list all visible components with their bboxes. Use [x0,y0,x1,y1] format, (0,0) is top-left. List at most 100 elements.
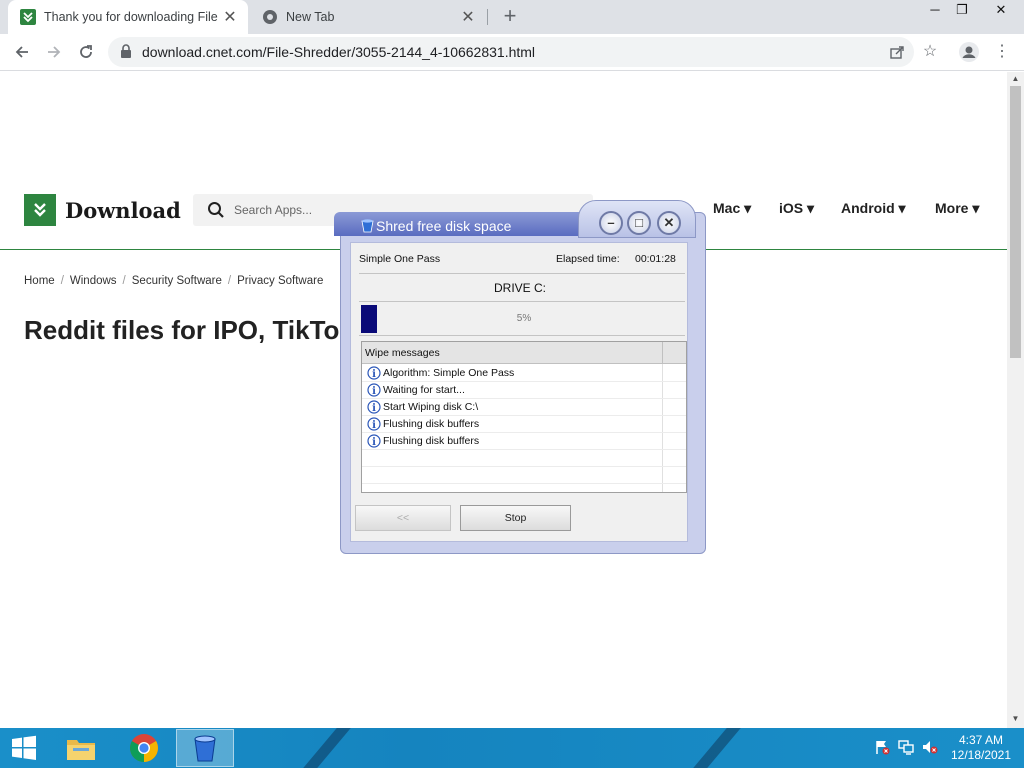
window-restore-button[interactable]: ❐ [945,0,979,22]
algorithm-label: Simple One Pass [359,253,441,265]
file-shredder-taskbar-button[interactable] [176,729,234,767]
back-button[interactable]: << [355,505,451,531]
share-icon[interactable] [890,45,905,59]
new-tab-button[interactable]: + [498,4,522,28]
forward-button[interactable] [42,40,66,64]
tab-download[interactable]: Thank you for downloading File Shredder … [8,0,248,34]
list-header-label: Wipe messages [365,347,440,359]
chrome-taskbar-button[interactable] [115,729,173,767]
breadcrumb-windows[interactable]: Windows [70,275,117,287]
message-text: Algorithm: Simple One Pass [383,367,515,379]
list-item[interactable]: i Algorithm: Simple One Pass [362,365,686,382]
message-text: Waiting for start... [383,384,465,396]
caret-down-icon: ▾ [898,200,906,216]
info-icon: i [367,400,381,414]
download-logo-icon[interactable] [24,194,56,226]
profile-avatar-icon[interactable] [957,40,981,64]
site-logo-text[interactable]: Download [65,198,181,223]
stop-button[interactable]: Stop [460,505,571,531]
tab-close-icon[interactable]: ✕ [458,7,478,27]
volume-muted-icon[interactable] [922,739,938,755]
dialog-controls: – □ ✕ [578,200,696,238]
folder-icon [67,740,95,760]
reload-button[interactable] [74,40,98,64]
dialog-minimize-button[interactable]: – [599,211,623,235]
list-item[interactable]: i Waiting for start... [362,382,686,399]
wipe-messages-list[interactable]: Wipe messages i Algorithm: Simple One Pas… [361,341,687,493]
list-header[interactable]: Wipe messages [362,342,686,364]
nav-more[interactable]: More ▾ [935,200,979,217]
info-icon: i [367,366,381,380]
tab-close-icon[interactable]: ✕ [220,7,240,27]
svg-text:i: i [372,369,376,380]
shred-dialog: Shred free disk space – □ ✕ Simple One P… [334,198,706,554]
search-placeholder: Search Apps... [234,203,313,217]
nav-android[interactable]: Android ▾ [841,200,906,217]
clock-date: 12/18/2021 [950,748,1012,762]
window-close-button[interactable]: ✕ [984,0,1018,22]
start-button[interactable] [0,729,48,767]
message-text: Start Wiping disk C:\ [383,401,479,413]
empty-list-row [362,467,686,484]
scroll-up-icon[interactable]: ▲ [1007,74,1024,83]
shredder-bin-icon [361,219,374,233]
list-item[interactable]: i Flushing disk buffers [362,433,686,450]
nav-ios[interactable]: iOS ▾ [779,200,814,217]
info-icon: i [367,434,381,448]
cnet-download-favicon-icon [20,9,36,25]
caret-down-icon: ▾ [972,200,980,216]
svg-text:i: i [372,420,376,431]
kebab-menu-icon[interactable]: ⋮ [990,40,1014,64]
list-item[interactable]: i Start Wiping disk C:\ [362,399,686,416]
empty-list-row [362,450,686,467]
bookmark-star-icon[interactable]: ☆ [918,40,942,64]
address-bar[interactable]: download.cnet.com/File-Shredder/3055-214… [108,37,914,67]
list-item[interactable]: i Flushing disk buffers [362,416,686,433]
message-text: Flushing disk buffers [383,418,480,430]
scrollbar-thumb[interactable] [1010,86,1021,358]
dialog-close-button[interactable]: ✕ [657,211,681,235]
info-icon: i [367,417,381,431]
breadcrumb-privacy[interactable]: Privacy Software [237,275,323,287]
taskbar: 4:37 AM 12/18/2021 [0,728,1024,768]
browser-toolbar: download.cnet.com/File-Shredder/3055-214… [0,34,1024,71]
page-scrollbar[interactable]: ▲ ▼ [1007,72,1024,728]
breadcrumb: Home / Windows / Security Software / Privacy S… [24,275,324,287]
svg-text:i: i [372,403,376,414]
tab-new-tab[interactable]: New Tab ✕ [250,0,486,34]
breadcrumb-home[interactable]: Home [24,275,55,287]
arrow-right-icon [48,46,61,58]
article-headline[interactable]: Reddit files for IPO, TikTok [24,315,354,346]
nav-mac[interactable]: Mac ▾ [713,200,751,217]
tab-title: New Tab [286,10,335,24]
system-clock[interactable]: 4:37 AM 12/18/2021 [946,733,1016,763]
breadcrumb-security[interactable]: Security Software [132,275,222,287]
arrow-left-icon [15,46,28,58]
progress-text: 5% [516,313,532,324]
dialog-maximize-button[interactable]: □ [627,211,651,235]
back-button[interactable] [10,40,34,64]
tab-separator [487,9,488,25]
lock-icon [121,44,131,58]
clock-time: 4:37 AM [958,733,1004,747]
screen: Thank you for downloading File Shredder … [0,0,1024,768]
svg-text:i: i [372,437,376,448]
drive-label: DRIVE C: [493,281,546,295]
scroll-down-icon[interactable]: ▼ [1007,714,1024,723]
action-center-flag-icon[interactable] [874,739,890,755]
elapsed-value: 00:01:28 [635,253,676,265]
tab-strip: Thank you for downloading File Shredder … [0,0,1024,34]
divider [359,335,685,336]
taskbar-decoration [693,728,741,768]
reload-icon [80,45,92,58]
search-icon [208,202,224,218]
column-divider[interactable] [662,342,663,364]
tab-title: Thank you for downloading File Shredder [44,10,220,24]
info-icon: i [367,383,381,397]
divider [359,301,685,302]
chrome-icon [130,734,158,762]
file-explorer-button[interactable] [52,729,110,767]
elapsed-label: Elapsed time: [556,253,620,265]
dialog-panel: Simple One Pass Elapsed time: 00:01:28 D… [350,242,688,542]
network-icon[interactable] [898,739,914,755]
